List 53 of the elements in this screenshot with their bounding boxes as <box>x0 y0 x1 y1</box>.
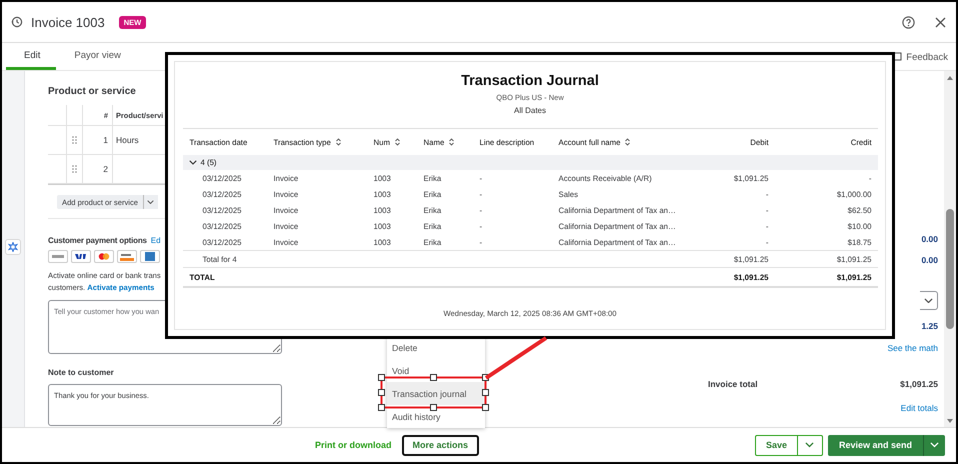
dropdown-field[interactable] <box>920 291 938 310</box>
save-button[interactable]: Save <box>754 434 798 456</box>
row-number: 1 <box>103 135 108 145</box>
scroll-up-icon[interactable] <box>946 75 954 80</box>
chevron-down-icon <box>805 442 814 448</box>
amount-text: 1.25 <box>921 320 938 332</box>
invoice-total-amount: $1,091.25 <box>900 378 938 390</box>
section-heading: Product or service <box>48 86 137 98</box>
history-icon <box>11 16 23 28</box>
payment-card-icon <box>140 250 160 263</box>
feedback-link[interactable]: Feedback <box>906 52 948 62</box>
close-icon[interactable] <box>935 16 946 28</box>
table-cell: Hours <box>116 135 139 145</box>
chevron-down-icon <box>930 442 939 448</box>
drag-handle-icon[interactable] <box>72 165 77 173</box>
chevron-down-icon <box>147 200 154 204</box>
review-send-button[interactable]: Review and send <box>828 434 923 456</box>
edit-totals-link[interactable]: Edit totals <box>900 403 938 413</box>
tab[interactable]: Payor view <box>56 44 137 70</box>
save-options-button[interactable] <box>798 434 823 456</box>
menu-item[interactable]: Audit history <box>387 405 485 428</box>
row-number: 2 <box>103 164 108 174</box>
send-options-button[interactable] <box>923 434 945 456</box>
see-math-link[interactable]: See the math <box>887 343 938 353</box>
window-title: Invoice 1003 <box>31 14 105 30</box>
field-label: Note to customer <box>48 368 115 378</box>
scrollbar[interactable] <box>944 71 956 427</box>
drag-handle-icon[interactable] <box>72 136 77 144</box>
payment-card-icon <box>117 250 137 263</box>
menu-item[interactable]: Transaction journal <box>387 382 485 405</box>
payment-card-icon <box>94 250 114 263</box>
amount-text: 0.00 <box>921 254 938 266</box>
assistant-button[interactable] <box>5 239 21 255</box>
scrollbar-thumb[interactable] <box>946 209 954 329</box>
help-icon[interactable] <box>902 16 915 28</box>
chevron-down-icon <box>924 298 933 304</box>
add-options-button[interactable] <box>142 195 158 209</box>
more-actions-button[interactable]: More actions <box>402 434 480 456</box>
payment-card-icon <box>71 250 91 263</box>
sort-icon[interactable] <box>449 138 454 146</box>
star-icon <box>8 242 18 252</box>
sort-icon[interactable] <box>394 138 400 146</box>
payment-card-icon <box>48 250 68 263</box>
scroll-down-icon[interactable] <box>946 419 954 424</box>
amount-text: 0.00 <box>921 233 938 245</box>
section-heading: Customer payment options <box>48 236 147 245</box>
report-period: All Dates <box>514 106 546 116</box>
callout-line <box>484 336 548 380</box>
invoice-total-label: Invoice total <box>708 378 758 390</box>
edit-link[interactable]: Ed <box>150 236 161 245</box>
report-title: Transaction Journal <box>461 72 599 90</box>
sort-icon[interactable] <box>625 138 630 146</box>
sort-icon[interactable] <box>336 138 341 146</box>
